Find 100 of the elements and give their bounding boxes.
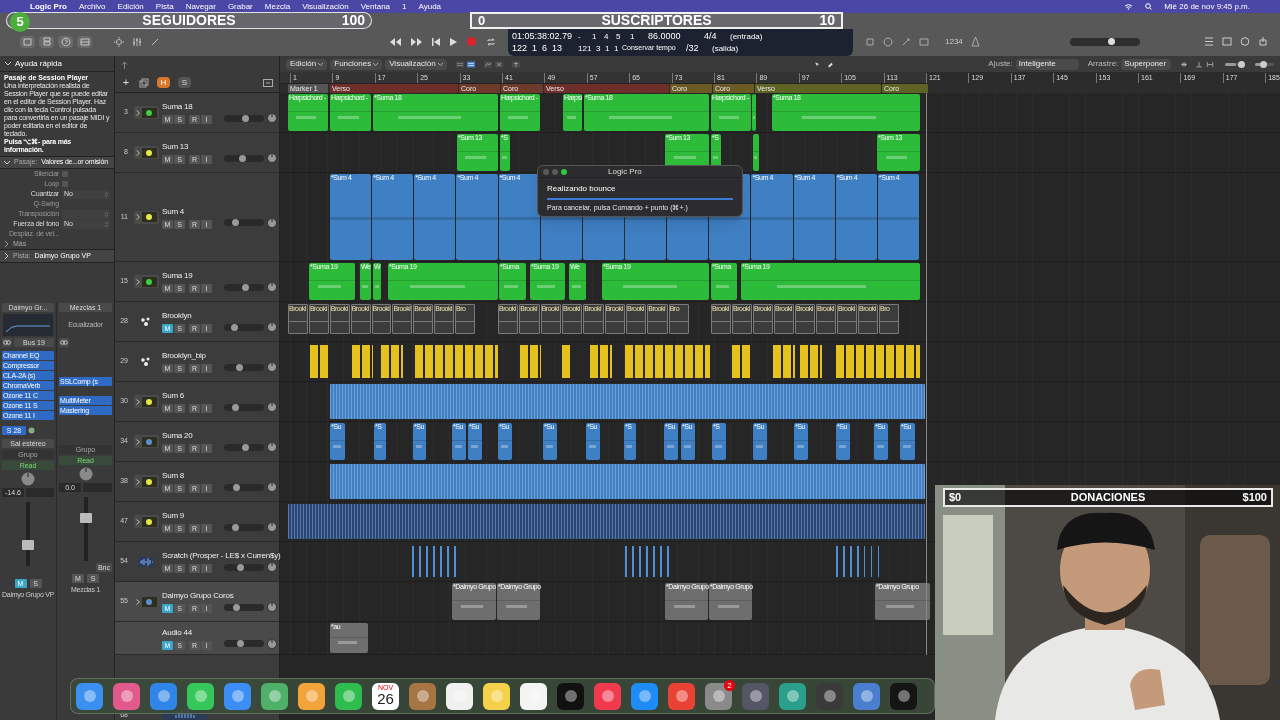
region[interactable] [310,345,329,378]
eq-curve-display[interactable] [3,314,53,336]
window-icon[interactable] [1222,37,1232,46]
track-name[interactable]: Audio 44 [162,626,192,639]
chevron-icon[interactable] [135,438,140,445]
volume-slider[interactable] [224,563,264,571]
send-knob-icon[interactable] [28,427,35,434]
slider-thumb[interactable] [233,603,241,611]
duplicate-icon[interactable] [139,77,149,88]
pan-knob[interactable] [267,217,277,228]
volume-slider[interactable] [224,154,264,162]
zoom-button[interactable] [561,168,567,175]
pan-knob[interactable] [21,472,35,486]
caret-icon[interactable] [373,62,379,66]
region[interactable] [836,345,920,378]
forward-icon[interactable] [411,37,422,46]
menu-item[interactable]: Pista [155,0,174,13]
pan-knob[interactable] [267,522,277,532]
slider-thumb[interactable] [230,323,238,331]
pan-knob[interactable] [267,322,277,332]
app-icon[interactable] [187,682,214,710]
region[interactable] [415,345,498,378]
chevron-icon[interactable] [5,61,11,66]
chevron-icon[interactable] [135,109,140,116]
menu-button[interactable]: Funciones [330,58,383,70]
box-icon[interactable] [919,36,929,47]
volume-slider[interactable] [224,443,264,451]
app-icon[interactable]: 2 [705,682,732,710]
chevron-icon[interactable] [135,398,140,405]
volume-slider[interactable] [224,640,264,647]
help-icon[interactable] [58,35,73,48]
app-icon[interactable] [446,682,473,710]
mixer-icon[interactable] [132,36,142,47]
track-name[interactable]: Brooklyn_bip [162,350,206,362]
volume-slider[interactable] [224,363,264,371]
region[interactable] [752,94,756,131]
menu-item[interactable]: 1 [402,0,407,13]
link-icon[interactable] [2,338,12,347]
rewind-icon[interactable] [390,37,401,46]
menu-item[interactable]: Visualización [302,0,349,13]
gauge-icon[interactable] [883,36,893,47]
volume-slider[interactable] [224,403,264,411]
app-icon[interactable] [224,682,251,710]
menu-item[interactable]: Navegar [185,0,216,13]
slider-thumb[interactable] [233,483,241,491]
chevron-icon[interactable] [135,278,140,285]
editor-icon[interactable] [77,35,92,48]
slider-thumb[interactable] [1238,60,1246,68]
chevron-icon[interactable] [135,518,140,525]
volume-slider[interactable] [224,483,264,491]
pan-knob[interactable] [267,442,277,452]
app-icon[interactable] [76,682,103,710]
instrument-icon-button[interactable] [133,106,159,119]
app-icon[interactable] [113,682,140,710]
automation-icon[interactable] [483,59,493,69]
square-icon[interactable] [865,36,875,47]
region[interactable] [520,345,541,378]
chevron-icon[interactable] [135,214,140,220]
track-name[interactable]: Sum 9 [162,510,185,522]
chevron-icon[interactable] [135,149,140,156]
region[interactable] [590,345,612,378]
volume-slider[interactable] [224,323,264,331]
inspector-icon[interactable] [20,35,35,48]
up-arrow-icon[interactable] [121,60,128,69]
slider-thumb[interactable] [242,114,250,122]
chevron-icon[interactable] [135,478,140,485]
app-icon[interactable] [150,682,177,710]
add-track-button[interactable]: + [121,74,131,91]
skip-back-icon[interactable] [432,37,440,46]
flex-icon[interactable] [495,59,504,69]
share-icon[interactable] [1258,37,1268,46]
slider-thumb[interactable] [236,563,244,571]
menu-button[interactable]: Visualización [385,58,447,70]
instrument-icon-button[interactable] [133,395,159,408]
library-icon[interactable] [39,35,54,48]
pan-knob[interactable] [267,402,277,412]
pan-knob[interactable] [267,153,277,163]
track-name[interactable]: Sum 13 [162,141,189,153]
snap-select[interactable]: Inteligente [1015,58,1079,70]
pan-knob[interactable] [267,282,277,292]
slider-thumb[interactable] [1259,60,1267,68]
slider-thumb[interactable] [235,363,243,371]
zoom-slider[interactable] [1069,37,1140,46]
slider-thumb[interactable] [242,283,250,291]
count-in-label[interactable]: 1234 [945,35,963,48]
region[interactable] [381,345,403,378]
volume-slider[interactable] [224,283,264,291]
region[interactable] [562,345,572,378]
app-icon[interactable] [335,682,362,710]
menu-item[interactable]: Logic Pro [30,0,67,13]
pan-knob[interactable] [267,482,277,492]
tray-icon[interactable] [263,78,273,87]
drag-select[interactable]: Superponer [1121,58,1171,70]
region[interactable] [352,345,373,378]
app-icon[interactable] [409,682,436,710]
app-icon[interactable] [631,682,658,710]
align-icon[interactable] [1194,59,1203,69]
region[interactable] [732,345,752,378]
track-name[interactable]: Daimyo Grupo Coros [162,590,234,602]
pan-knob[interactable] [267,113,277,123]
